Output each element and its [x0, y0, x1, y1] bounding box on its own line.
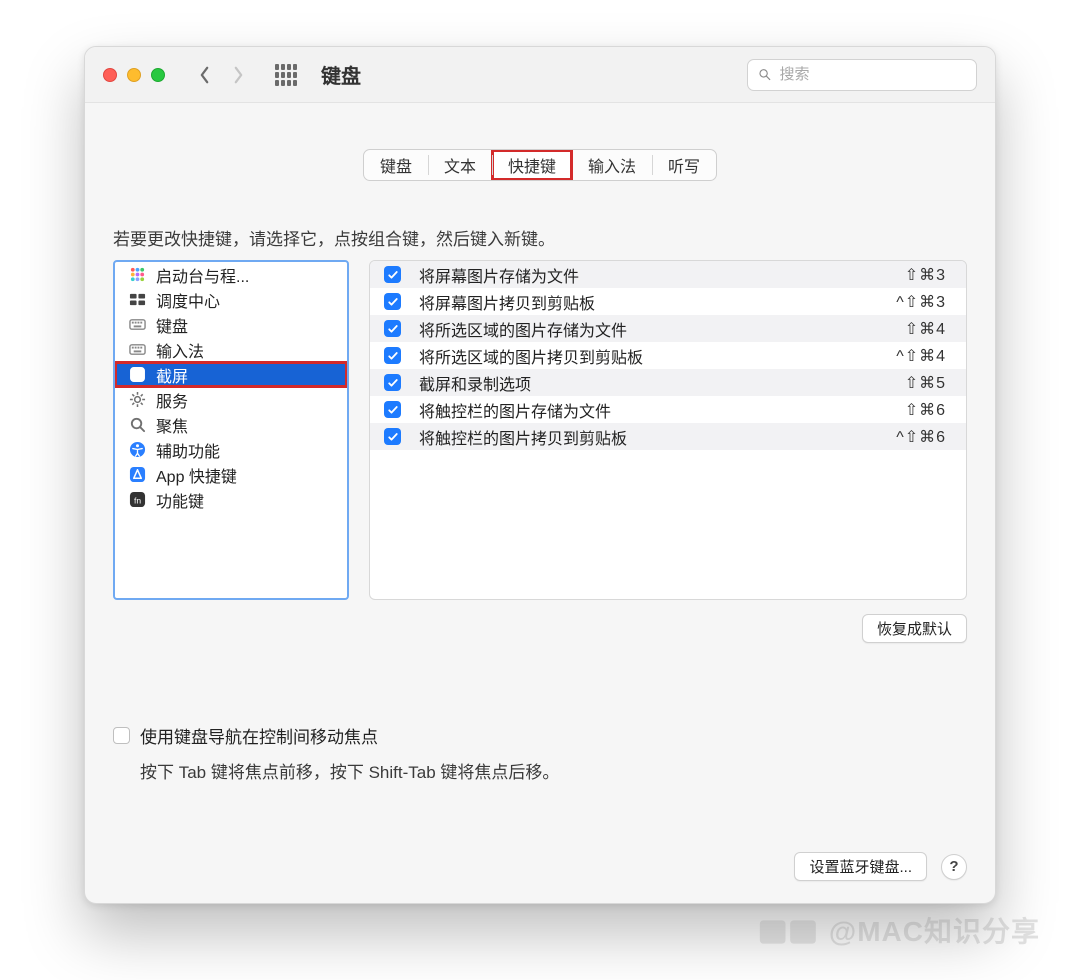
watermark: @MAC知识分享 [759, 910, 1040, 950]
nav-arrows [189, 60, 253, 90]
sidebar-item-label: 辅助功能 [156, 438, 220, 462]
shortcut-checkbox[interactable] [384, 347, 401, 364]
tab-听写[interactable]: 听写 [652, 150, 716, 180]
preferences-window: 键盘 键盘文本快捷键输入法听写 若要更改快捷键，请选择它，点按组合键，然后键入新… [84, 46, 996, 904]
sidebar-item-label: 聚焦 [156, 413, 188, 437]
checkbox-box[interactable] [113, 727, 130, 744]
search-field[interactable] [747, 59, 977, 91]
shortcut-label: 将所选区域的图片存储为文件 [413, 317, 854, 341]
shortcut-row[interactable]: 将屏幕图片拷贝到剪贴板 ^⇧⌘3 [370, 288, 966, 315]
shortcut-checkbox[interactable] [384, 374, 401, 391]
shortcut-keys: ⇧⌘4 [866, 319, 946, 339]
accessibility-icon [129, 441, 146, 458]
show-all-icon[interactable] [275, 64, 297, 86]
shortcut-label: 将触控栏的图片拷贝到剪贴板 [413, 425, 854, 449]
window-controls [103, 68, 165, 82]
restore-defaults-button[interactable]: 恢复成默认 [862, 614, 967, 643]
shortcut-keys: ^⇧⌘3 [866, 292, 946, 312]
shortcut-keys: ⇧⌘5 [866, 373, 946, 393]
close-window-button[interactable] [103, 68, 117, 82]
sidebar-item-label: 服务 [156, 388, 188, 412]
appstore-icon [129, 466, 146, 483]
shortcut-row[interactable]: 截屏和录制选项 ⇧⌘5 [370, 369, 966, 396]
sidebar-item-gear[interactable]: 服务 [115, 387, 347, 412]
window-title: 键盘 [321, 60, 361, 89]
sidebar-item-label: 截屏 [156, 363, 188, 387]
shortcut-row[interactable]: 将所选区域的图片存储为文件 ⇧⌘4 [370, 315, 966, 342]
sidebar-item-label: 输入法 [156, 338, 204, 362]
shortcut-row[interactable]: 将所选区域的图片拷贝到剪贴板 ^⇧⌘4 [370, 342, 966, 369]
sidebar-item-label: 调度中心 [156, 288, 220, 312]
shortcut-label: 将屏幕图片拷贝到剪贴板 [413, 290, 854, 314]
help-button[interactable]: ? [941, 854, 967, 880]
shortcut-checkbox[interactable] [384, 401, 401, 418]
shortcut-row[interactable]: 将触控栏的图片存储为文件 ⇧⌘6 [370, 396, 966, 423]
sidebar-item-keyboard[interactable]: 输入法 [115, 337, 347, 362]
shortcut-checkbox[interactable] [384, 293, 401, 310]
sidebar-item-label: App 快捷键 [156, 463, 237, 487]
category-sidebar[interactable]: 启动台与程...调度中心键盘输入法截屏服务聚焦辅助功能App 快捷键 fn 功能键 [113, 260, 349, 600]
shortcut-keys: ⇧⌘6 [866, 400, 946, 420]
shortcut-label: 将触控栏的图片存储为文件 [413, 398, 854, 422]
sidebar-item-mission[interactable]: 调度中心 [115, 287, 347, 312]
shortcut-label: 截屏和录制选项 [413, 371, 854, 395]
sidebar-item-fn[interactable]: fn 功能键 [115, 487, 347, 512]
keyboard-icon [129, 341, 146, 358]
shortcut-label: 将屏幕图片存储为文件 [413, 263, 854, 287]
tab-文本[interactable]: 文本 [428, 150, 492, 180]
keyboard-icon [129, 316, 146, 333]
back-button[interactable] [189, 60, 219, 90]
shortcut-checkbox[interactable] [384, 428, 401, 445]
sidebar-item-keyboard[interactable]: 键盘 [115, 312, 347, 337]
sidebar-item-label: 键盘 [156, 313, 188, 337]
shortcut-keys: ^⇧⌘4 [866, 346, 946, 366]
sidebar-item-accessibility[interactable]: 辅助功能 [115, 437, 347, 462]
shortcut-keys: ⇧⌘3 [866, 265, 946, 285]
forward-button[interactable] [223, 60, 253, 90]
shortcut-keys: ^⇧⌘6 [866, 427, 946, 447]
zoom-window-button[interactable] [151, 68, 165, 82]
sidebar-item-label: 启动台与程... [156, 263, 249, 287]
sidebar-item-appstore[interactable]: App 快捷键 [115, 462, 347, 487]
sidebar-item-launchpad[interactable]: 启动台与程... [115, 262, 347, 287]
sidebar-item-spotlight[interactable]: 聚焦 [115, 412, 347, 437]
content-area: 键盘文本快捷键输入法听写 若要更改快捷键，请选择它，点按组合键，然后键入新键。 … [85, 103, 995, 903]
gear-icon [129, 391, 146, 408]
tab-快捷键[interactable]: 快捷键 [492, 150, 572, 180]
keyboard-nav-checkbox[interactable]: 使用键盘导航在控制间移动焦点 [113, 723, 967, 748]
spotlight-icon [129, 416, 146, 433]
screenshot-icon [129, 366, 146, 383]
instruction-text: 若要更改快捷键，请选择它，点按组合键，然后键入新键。 [113, 225, 967, 250]
mission-icon [129, 291, 146, 308]
shortcut-checkbox[interactable] [384, 320, 401, 337]
shortcut-row[interactable]: 将屏幕图片存储为文件 ⇧⌘3 [370, 261, 966, 288]
checkbox-label: 使用键盘导航在控制间移动焦点 [140, 723, 378, 748]
fn-icon: fn [129, 491, 146, 508]
shortcut-list[interactable]: 将屏幕图片存储为文件 ⇧⌘3 将屏幕图片拷贝到剪贴板 ^⇧⌘3 将所选区域的图片存储为文… [369, 260, 967, 600]
minimize-window-button[interactable] [127, 68, 141, 82]
tab-输入法[interactable]: 输入法 [572, 150, 652, 180]
shortcut-row[interactable]: 将触控栏的图片拷贝到剪贴板 ^⇧⌘6 [370, 423, 966, 450]
search-icon [758, 67, 771, 82]
bluetooth-keyboard-button[interactable]: 设置蓝牙键盘... [794, 852, 927, 881]
shortcut-label: 将所选区域的图片拷贝到剪贴板 [413, 344, 854, 368]
footer-hint: 按下 Tab 键将焦点前移，按下 Shift-Tab 键将焦点后移。 [113, 758, 967, 783]
tab-键盘[interactable]: 键盘 [364, 150, 428, 180]
titlebar: 键盘 [85, 47, 995, 103]
tab-bar: 键盘文本快捷键输入法听写 [363, 149, 717, 181]
search-input[interactable] [779, 66, 966, 83]
launchpad-icon [129, 266, 146, 283]
svg-text:fn: fn [134, 495, 141, 505]
sidebar-item-label: 功能键 [156, 488, 204, 512]
shortcut-checkbox[interactable] [384, 266, 401, 283]
sidebar-item-screenshot[interactable]: 截屏 [115, 362, 347, 387]
